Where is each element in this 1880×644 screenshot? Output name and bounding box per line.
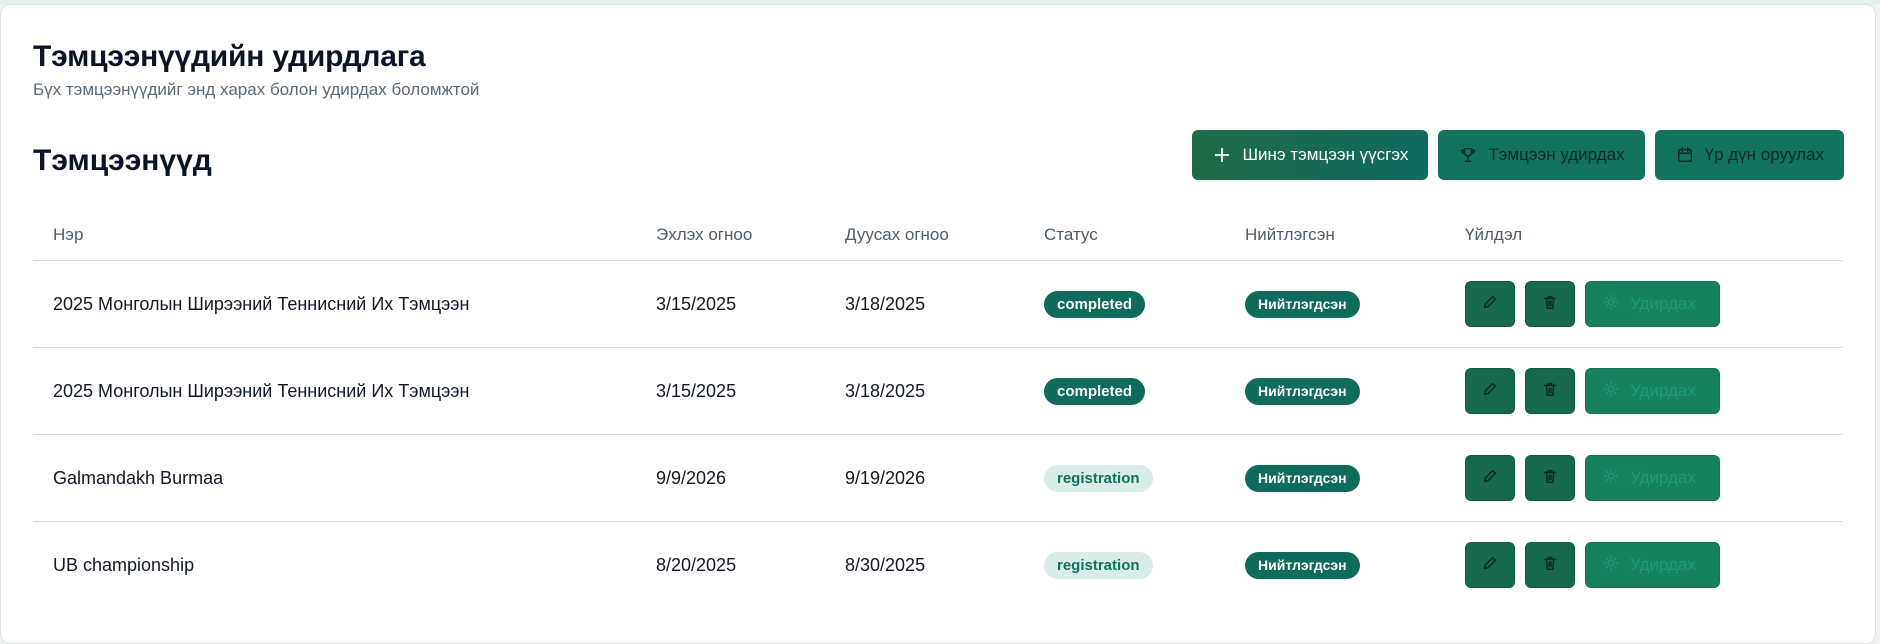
header-end-date: Дуусах огноо — [825, 210, 1024, 261]
cell-name: 2025 Монголын Ширээний Теннисний Их Тэмц… — [33, 347, 636, 435]
cell-status: registration — [1024, 522, 1225, 609]
gear-icon — [1602, 380, 1620, 403]
cell-end-date: 3/18/2025 — [825, 260, 1024, 348]
manage-label: Удирдах — [1630, 381, 1696, 400]
enter-results-button[interactable]: Үр дүн оруулах — [1654, 130, 1844, 180]
status-badge: completed — [1044, 290, 1146, 318]
edit-button[interactable] — [1465, 368, 1515, 414]
cell-end-date: 8/30/2025 — [845, 554, 926, 575]
cell-start-date: 8/20/2025 — [656, 554, 737, 575]
manage-tournament-button[interactable]: Тэмцээн удирдах — [1438, 130, 1645, 180]
manage-button[interactable]: Удирдах — [1585, 281, 1720, 327]
header-actions: Үйлдэл — [1445, 210, 1843, 261]
toolbar: Шинэ тэмцээн үүсгэх Тэмцээн удирдах Үр д… — [1192, 130, 1844, 180]
pencil-icon — [1481, 554, 1499, 577]
header-status: Статус — [1024, 210, 1225, 261]
status-badge: registration — [1044, 464, 1153, 492]
tournament-table: Нэр Эхлэх огноо Дуусах огноо Статус Нийт… — [33, 210, 1843, 608]
gear-icon — [1602, 554, 1620, 577]
table-row: 2025 Монголын Ширээний Теннисний Их Тэмц… — [33, 260, 1843, 348]
trash-icon — [1541, 293, 1559, 316]
delete-button[interactable] — [1525, 542, 1575, 588]
cell-status: completed — [1024, 260, 1225, 348]
edit-button[interactable] — [1465, 281, 1515, 327]
published-badge: Нийтлэгдсэн — [1245, 551, 1360, 579]
delete-button[interactable] — [1525, 455, 1575, 501]
cell-name: UB championship — [53, 554, 195, 575]
trophy-icon — [1458, 145, 1478, 165]
manage-tournament-label: Тэмцээн удирдах — [1488, 145, 1625, 164]
section-title: Тэмцээнүүд — [33, 144, 212, 177]
status-badge: registration — [1044, 551, 1153, 579]
page-title: Тэмцээнүүдийн удирдлага — [33, 40, 426, 73]
table-header-row: Нэр Эхлэх огноо Дуусах огноо Статус Нийт… — [33, 210, 1843, 261]
new-tournament-label: Шинэ тэмцээн үүсгэх — [1242, 145, 1409, 164]
manage-button[interactable]: Удирдах — [1585, 542, 1720, 588]
manage-label: Удирдах — [1630, 555, 1696, 574]
edit-button[interactable] — [1465, 455, 1515, 501]
cell-published: Нийтлэгдсэн — [1225, 522, 1445, 609]
pencil-icon — [1481, 293, 1499, 316]
manage-button[interactable]: Удирдах — [1585, 368, 1720, 414]
cell-published: Нийтлэгдсэн — [1225, 260, 1445, 348]
published-badge: Нийтлэгдсэн — [1245, 290, 1360, 318]
cell-status: registration — [1024, 434, 1225, 522]
cell-end-date: 3/18/2025 — [825, 347, 1024, 435]
cell-published: Нийтлэгдсэн — [1225, 434, 1445, 522]
delete-button[interactable] — [1525, 368, 1575, 414]
pencil-icon — [1481, 380, 1499, 403]
manage-button[interactable]: Удирдах — [1585, 455, 1720, 501]
header-published: Нийтлэгсэн — [1225, 210, 1445, 261]
cell-start-date: 9/9/2026 — [636, 434, 825, 522]
cell-actions: Удирдах — [1445, 260, 1843, 348]
edit-button[interactable] — [1465, 542, 1515, 588]
cell-actions: Удирдах — [1445, 522, 1843, 609]
new-tournament-button[interactable]: Шинэ тэмцээн үүсгэх — [1192, 130, 1429, 180]
gear-icon — [1602, 293, 1620, 316]
published-badge: Нийтлэгдсэн — [1245, 464, 1360, 492]
trash-icon — [1541, 380, 1559, 403]
table-row: Galmandakh Burmaa 9/9/2026 9/19/2026 reg… — [33, 434, 1843, 522]
trash-icon — [1541, 554, 1559, 577]
header-name: Нэр — [33, 210, 636, 261]
header-start-date: Эхлэх огноо — [636, 210, 825, 261]
table-row: 2025 Монголын Ширээний Теннисний Их Тэмц… — [33, 347, 1843, 435]
cell-published: Нийтлэгдсэн — [1225, 347, 1445, 435]
published-badge: Нийтлэгдсэн — [1245, 377, 1360, 405]
page-subtitle: Бүх тэмцээнүүдийг энд харах болон удирда… — [33, 80, 480, 99]
cell-name: 2025 Монголын Ширээний Теннисний Их Тэмц… — [33, 260, 636, 348]
gear-icon — [1602, 467, 1620, 490]
cell-name: Galmandakh Burmaa — [33, 434, 636, 522]
delete-button[interactable] — [1525, 281, 1575, 327]
plus-icon — [1212, 145, 1232, 165]
cell-status: completed — [1024, 347, 1225, 435]
cell-start-date: 3/15/2025 — [636, 347, 825, 435]
cell-actions: Удирдах — [1445, 434, 1843, 522]
cell-start-date: 3/15/2025 — [636, 260, 825, 348]
cell-actions: Удирдах — [1445, 347, 1843, 435]
enter-results-label: Үр дүн оруулах — [1704, 145, 1824, 164]
table-row: UB championship 8/20/2025 8/30/2025 regi… — [33, 522, 1843, 609]
manage-label: Удирдах — [1630, 468, 1696, 487]
status-badge: completed — [1044, 377, 1146, 405]
pencil-icon — [1481, 467, 1499, 490]
trash-icon — [1541, 467, 1559, 490]
manage-label: Удирдах — [1630, 294, 1696, 313]
cell-end-date: 9/19/2026 — [825, 434, 1024, 522]
calendar-icon — [1675, 145, 1695, 165]
